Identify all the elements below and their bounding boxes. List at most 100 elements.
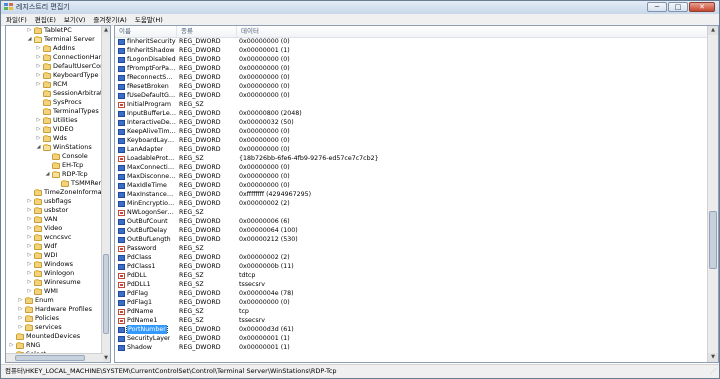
tree-vertical-scrollbar[interactable]: ▲ ▼ — [101, 26, 110, 362]
tree-item[interactable]: MountedDevices — [8, 332, 80, 341]
minimize-button[interactable]: ─ — [647, 2, 667, 12]
expand-arrow-icon[interactable]: ▷ — [26, 288, 33, 295]
value-row[interactable]: MinEncryptionLevelREG_DWORD 0x00000002 (2… — [115, 199, 709, 208]
tree-item[interactable]: ▷ RNG — [8, 341, 41, 350]
tree-item[interactable]: ▷ Policies — [17, 314, 59, 323]
value-row[interactable]: OutBufLength REG_DWORD 0x00000212 (530) — [115, 235, 709, 244]
value-row[interactable]: fResetBroken REG_DWORD 0x00000000 (0) — [115, 82, 709, 91]
expand-arrow-icon[interactable]: ▷ — [17, 315, 24, 322]
value-row[interactable]: MaxDisconnectionTimeREG_DWORD 0x00000000 … — [115, 172, 709, 181]
resize-grip-icon[interactable]: ⋰ — [709, 368, 717, 376]
value-row[interactable]: fUseDefaultGina REG_DWORD 0x00000000 (0) — [115, 91, 709, 100]
value-row[interactable]: MaxConnectionTimeREG_DWORD 0x00000000 (0) — [115, 163, 709, 172]
value-row[interactable]: InitialProgram REG_SZ — [115, 100, 709, 109]
tree-item[interactable]: ▷ Enum — [17, 296, 54, 305]
collapse-arrow-icon[interactable]: ◢ — [35, 144, 42, 151]
expand-arrow-icon[interactable]: ▷ — [35, 126, 42, 133]
value-row[interactable]: KeepAliveTimeoutREG_DWORD 0x00000000 (0) — [115, 127, 709, 136]
close-button[interactable]: ✕ — [689, 2, 715, 12]
expand-arrow-icon[interactable]: ▷ — [26, 234, 33, 241]
tree-item[interactable]: ▷ ConnectionHandler — [35, 53, 103, 62]
collapse-arrow-icon[interactable]: ◢ — [44, 171, 51, 178]
value-row[interactable]: LoadableProtocol_ObjectREG_SZ {18b726bb-6… — [115, 154, 709, 163]
scroll-down-arrow-icon[interactable]: ▼ — [102, 354, 110, 362]
expand-arrow-icon[interactable]: ▷ — [26, 216, 33, 223]
value-row[interactable]: InteractiveDelay REG_DWORD 0x00000032 (50) — [115, 118, 709, 127]
expand-arrow-icon[interactable]: ▷ — [26, 243, 33, 250]
value-row[interactable]: OutBufCount REG_DWORD 0x00000006 (6) — [115, 217, 709, 226]
expand-arrow-icon[interactable]: ▷ — [17, 324, 24, 331]
expand-arrow-icon[interactable]: ▷ — [26, 261, 33, 268]
maximize-button[interactable]: □ — [668, 2, 688, 12]
list-scroll-thumb[interactable] — [709, 211, 717, 269]
value-row[interactable]: PdDLL REG_SZ tdtcp — [115, 271, 709, 280]
tree-item[interactable]: ▷ Video — [26, 224, 63, 233]
expand-arrow-icon[interactable]: ▷ — [35, 72, 42, 79]
list-vertical-scrollbar[interactable]: ▲ ▼ — [707, 26, 718, 362]
tree-item[interactable]: ▷ Winlogon — [26, 269, 75, 278]
tree-item[interactable]: ▷ usbstor — [26, 206, 69, 215]
tree-item[interactable]: TerminalTypes — [35, 107, 99, 116]
tree-item[interactable]: SysProcs — [35, 98, 82, 107]
column-header-type[interactable]: 종류 — [177, 26, 237, 37]
value-row[interactable]: fReconnectSame REG_DWORD 0x00000000 (0) — [115, 73, 709, 82]
tree-item[interactable]: ▷ DefaultUserConfiguration — [35, 62, 103, 71]
value-row[interactable]: fPromptForPasswordREG_DWORD 0x00000000 (0… — [115, 64, 709, 73]
scroll-up-arrow-icon[interactable]: ▲ — [708, 26, 718, 35]
value-row[interactable]: fInheritShadow REG_DWORD 0x00000001 (1) — [115, 46, 709, 55]
scroll-up-arrow-icon[interactable]: ▲ — [102, 26, 110, 34]
expand-arrow-icon[interactable]: ▷ — [26, 207, 33, 214]
tree-item[interactable]: ▷ Hardware Profiles — [17, 305, 92, 314]
tree-item[interactable]: ◢ RDP-Tcp — [44, 170, 88, 179]
menu-file[interactable]: 파일(F) — [3, 15, 30, 25]
title-bar[interactable]: 레지스트리 편집기 ─ □ ✕ — [1, 1, 719, 15]
tree-item[interactable]: ▷ services — [17, 323, 62, 332]
value-row[interactable]: fLogonDisabled REG_DWORD 0x00000000 (0) — [115, 55, 709, 64]
expand-arrow-icon[interactable]: ▷ — [35, 117, 42, 124]
tree-item[interactable]: ▷ Winresume — [26, 278, 81, 287]
expand-arrow-icon[interactable]: ▷ — [17, 297, 24, 304]
expand-arrow-icon[interactable]: ▷ — [35, 54, 42, 61]
value-row[interactable]: PdName REG_SZ tcp — [115, 307, 709, 316]
value-row[interactable]: PortNumber REG_DWORD 0x00000d3d (61) — [115, 325, 709, 334]
value-row[interactable]: Password REG_SZ — [115, 244, 709, 253]
expand-arrow-icon[interactable]: ▷ — [35, 63, 42, 70]
expand-arrow-icon[interactable]: ▷ — [26, 225, 33, 232]
value-row[interactable]: PdFlag REG_DWORD 0x0000004e (78) — [115, 289, 709, 298]
value-row[interactable]: SecurityLayer REG_DWORD 0x00000001 (1) — [115, 334, 709, 343]
expand-arrow-icon[interactable]: ▷ — [26, 279, 33, 286]
value-row[interactable]: PdClass1 REG_DWORD 0x0000000b (11) — [115, 262, 709, 271]
value-row[interactable]: PdClass REG_DWORD 0x00000002 (2) — [115, 253, 709, 262]
tree-item[interactable]: ▷ RCM — [35, 80, 68, 89]
tree-horizontal-scrollbar[interactable] — [6, 353, 103, 362]
expand-arrow-icon[interactable]: ▷ — [26, 198, 33, 205]
tree-item[interactable]: ▷ KeyboardType Mapping — [35, 71, 103, 80]
tree-item[interactable]: Console — [44, 152, 88, 161]
value-row[interactable]: PdName1 REG_SZ tssecsrv — [115, 316, 709, 325]
value-row[interactable]: OutBufDelay REG_DWORD 0x00000064 (100) — [115, 226, 709, 235]
tree-item[interactable]: ▷ WMI — [26, 287, 58, 296]
tree-item[interactable]: TimeZoneInformation — [26, 188, 103, 197]
expand-arrow-icon[interactable]: ▷ — [35, 135, 42, 142]
tree-item[interactable]: ▷ Wdf — [26, 242, 57, 251]
value-row[interactable]: LanAdapter REG_DWORD 0x00000000 (0) — [115, 145, 709, 154]
key-tree-pane[interactable]: ▷ TabletPC ◢ Terminal Server ▷ AddIns ▷ Connect… — [5, 25, 111, 363]
tree-item[interactable]: ▷ WDI — [26, 251, 58, 260]
tree-item[interactable]: ▷ VIDEO — [35, 125, 74, 134]
tree-item[interactable]: TSMMRemotingAllowedApps — [53, 179, 103, 188]
column-header-data[interactable]: 데이터 — [237, 26, 709, 37]
tree-item[interactable]: EH-Tcp — [44, 161, 83, 170]
expand-arrow-icon[interactable]: ▷ — [8, 342, 15, 349]
tree-item[interactable]: ▷ VAN — [26, 215, 58, 224]
value-row[interactable]: Shadow REG_DWORD 0x00000001 (1) — [115, 343, 709, 352]
menu-help[interactable]: 도움말(H) — [132, 15, 166, 25]
tree-item[interactable]: ▷ Wds — [35, 134, 67, 143]
tree-item[interactable]: ▷ Utilities — [35, 116, 78, 125]
expand-arrow-icon[interactable]: ▷ — [35, 81, 42, 88]
tree-item[interactable]: ▷ wcncsvc — [26, 233, 72, 242]
expand-arrow-icon[interactable]: ▷ — [26, 252, 33, 259]
expand-arrow-icon[interactable]: ▷ — [35, 45, 42, 52]
value-row[interactable]: InputBufferLengthREG_DWORD 0x00000800 (20… — [115, 109, 709, 118]
value-row[interactable]: fInheritSecurity REG_DWORD 0x00000000 (0) — [115, 37, 709, 46]
tree-item[interactable]: ▷ Windows — [26, 260, 73, 269]
